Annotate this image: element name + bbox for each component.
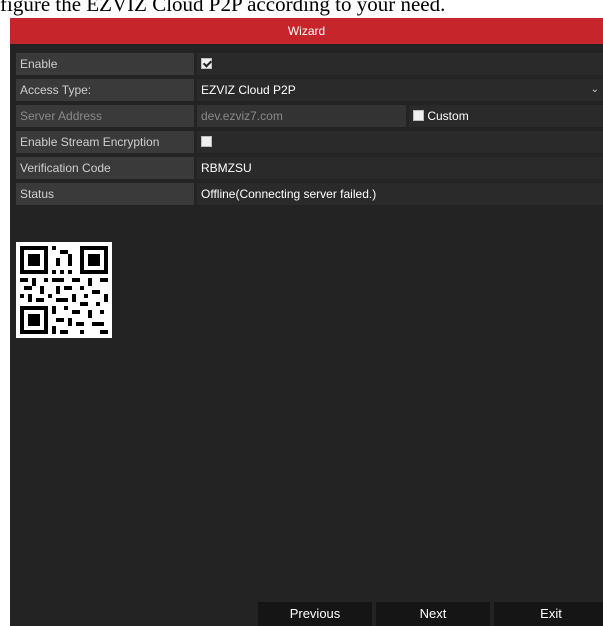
next-button[interactable]: Next [376,602,490,626]
button-bar: Previous Next Exit [10,596,603,626]
stream-encryption-row: Enable Stream Encryption [16,131,603,153]
enable-checkbox[interactable] [201,58,212,70]
custom-checkbox[interactable] [413,110,424,122]
verification-code-label: Verification Code [16,157,194,179]
previous-button[interactable]: Previous [258,602,372,626]
verification-code-field[interactable]: RBMZSU [197,157,603,179]
custom-label: Custom [427,109,469,123]
custom-option[interactable]: Custom [409,105,603,127]
enable-row: Enable [16,53,603,75]
wizard-window: Wizard Enable Access Type: EZVIZ Cloud P… [10,18,603,626]
status-label: Status [16,183,194,205]
document-caption: figure the EZVIZ Cloud P2P according to … [0,0,446,16]
status-row: Status Offline(Connecting server failed.… [16,183,603,205]
exit-button[interactable]: Exit [494,602,603,626]
access-type-value: EZVIZ Cloud P2P [201,83,296,97]
server-address-label: Server Address [16,105,194,127]
stream-encryption-value [197,131,603,153]
stream-encryption-label: Enable Stream Encryption [16,131,194,153]
window-title: Wizard [10,18,603,44]
access-type-row: Access Type: EZVIZ Cloud P2P ⌄ [16,79,603,101]
server-address-field: dev.ezviz7.com [197,105,406,127]
stream-encryption-checkbox[interactable] [201,136,212,148]
verification-code-row: Verification Code RBMZSU [16,157,603,179]
settings-form: Enable Access Type: EZVIZ Cloud P2P ⌄ Se… [16,53,603,209]
qr-code-image [16,242,112,338]
server-address-row: Server Address dev.ezviz7.com Custom [16,105,603,127]
access-type-label: Access Type: [16,79,194,101]
chevron-down-icon: ⌄ [590,84,599,95]
access-type-select[interactable]: EZVIZ Cloud P2P ⌄ [197,79,603,101]
enable-value [197,53,603,75]
enable-label: Enable [16,53,194,75]
status-value: Offline(Connecting server failed.) [197,183,603,205]
